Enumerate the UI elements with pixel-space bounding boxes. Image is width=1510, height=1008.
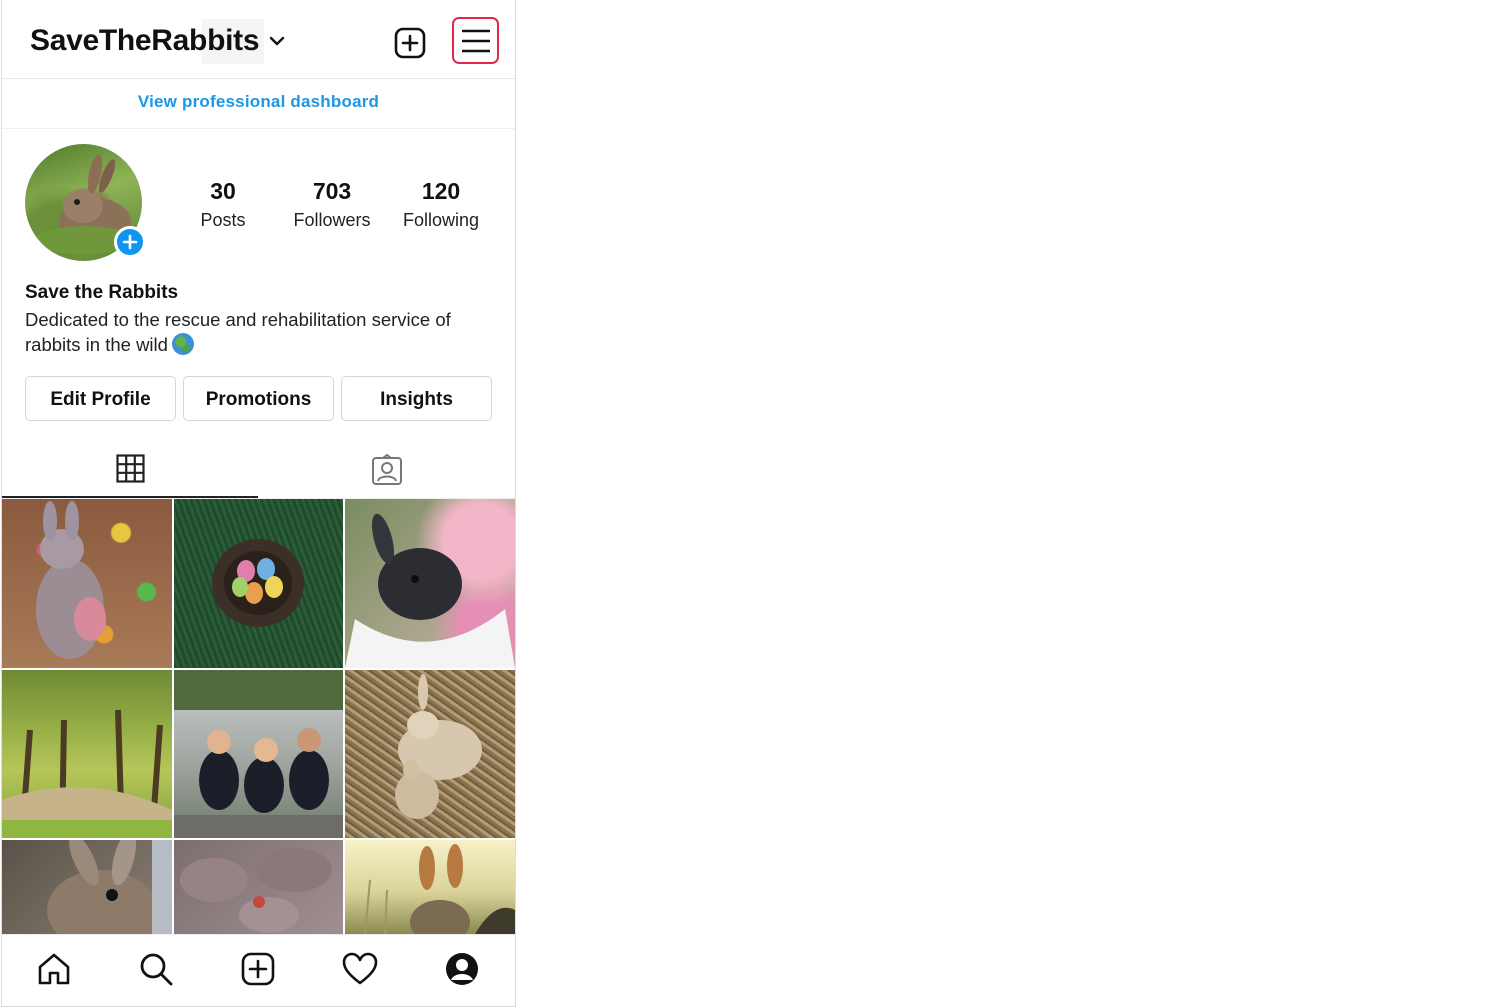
following-label: Following [402,210,480,230]
post-image [212,539,304,627]
post-tile[interactable] [174,840,343,934]
profile-icon[interactable] [444,951,480,987]
tagged-photos-icon [372,454,402,485]
globe-icon [171,333,194,355]
post-tile[interactable] [2,499,172,668]
activity-heart-icon[interactable] [342,951,378,987]
menu-icon [462,29,490,53]
post-image [36,501,106,659]
bottom-navigation [2,934,515,1006]
post-image [180,848,332,933]
add-story-button[interactable] [114,226,146,258]
display-name: Save the Rabbits [25,282,179,303]
post-tile[interactable] [345,670,515,838]
post-tile[interactable] [345,499,515,668]
followers-count: 703 [312,178,352,204]
insights-button[interactable]: Insights [341,376,492,421]
professional-dashboard-bar: View professional dashboard [2,79,515,129]
view-dashboard-link[interactable]: View professional dashboard [138,92,379,112]
post-tile[interactable] [345,840,515,934]
new-post-icon[interactable] [392,25,428,61]
chevron-down-icon[interactable] [266,30,288,52]
posts-count: 30 [210,178,236,204]
post-tile[interactable] [2,840,172,934]
followers-stat[interactable]: 703 Followers [287,178,377,231]
posts-stat[interactable]: 30 Posts [194,178,252,231]
post-tile[interactable] [174,670,343,838]
following-stat[interactable]: 120 Following [395,178,487,231]
bio-text: Dedicated to the rescue and rehabilitati… [25,309,451,355]
post-image [345,513,515,668]
grid-icon [116,454,145,483]
post-image [2,709,172,838]
post-tile[interactable] [2,670,172,838]
home-icon[interactable] [36,951,72,987]
profile-screen: SaveTheRabbits View professional dashboa… [1,0,516,1007]
post-image [174,670,343,838]
plus-icon [122,234,138,250]
create-icon[interactable] [240,951,276,987]
post-tile[interactable] [174,499,343,668]
following-count: 120 [421,178,461,204]
promotions-button[interactable]: Promotions [183,376,334,421]
post-image [364,844,515,934]
post-image [47,840,172,934]
posts-label: Posts [200,210,246,230]
tab-grid[interactable] [2,440,258,498]
post-image [395,674,482,819]
edit-profile-button[interactable]: Edit Profile [25,376,176,421]
bio: Dedicated to the rescue and rehabilitati… [25,307,495,357]
followers-label: Followers [293,210,371,230]
search-icon[interactable] [138,951,174,987]
account-username[interactable]: SaveTheRabbits [30,24,260,58]
tab-tagged[interactable] [258,440,514,498]
menu-button[interactable] [452,17,499,64]
top-bar: SaveTheRabbits [2,0,515,79]
